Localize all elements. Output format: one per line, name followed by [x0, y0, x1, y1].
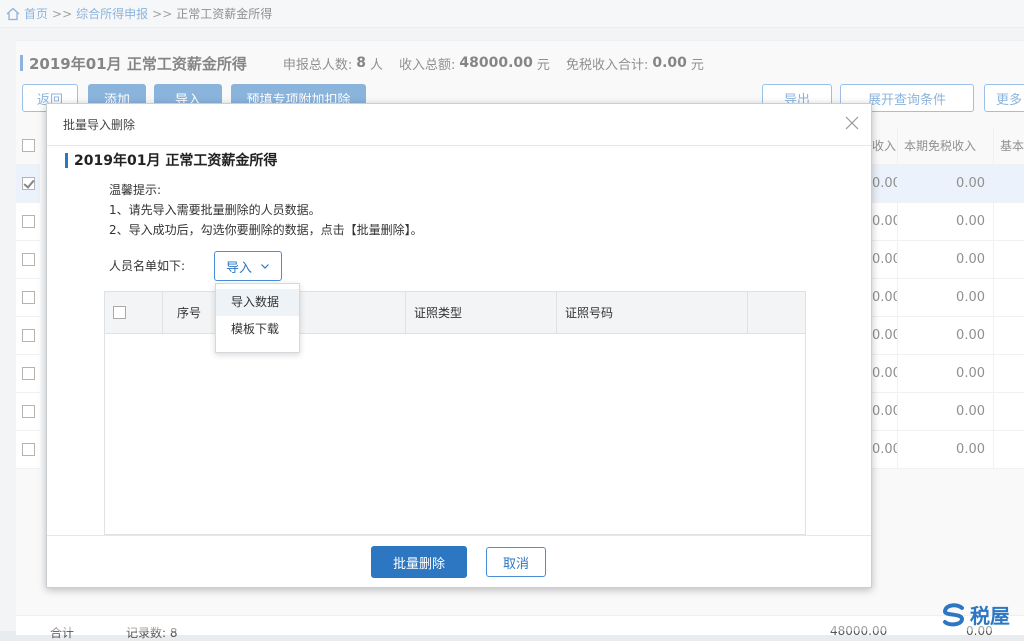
person-list-table: 序号 证照类型 证照号码	[104, 291, 806, 535]
logo-icon	[943, 602, 965, 626]
batch-import-delete-dialog: 批量导入删除 2019年01月 正常工资薪金所得 温馨提示: 1、请先导入需要批…	[46, 103, 872, 588]
dialog-title-row: 2019年01月 正常工资薪金所得	[65, 150, 277, 170]
batch-delete-button[interactable]: 批量删除	[371, 546, 467, 578]
header-checkbox-cell	[105, 292, 163, 333]
import-dropdown-label: 导入	[225, 260, 252, 276]
watermark-text: 税屋	[970, 604, 1010, 628]
person-list-header: 序号 证照类型 证照号码	[105, 292, 805, 334]
col-id-no-header: 证照号码	[557, 292, 748, 333]
title-accent	[65, 152, 68, 168]
import-dropdown-menu: 导入数据 模板下载	[215, 283, 300, 353]
select-all-checkbox[interactable]	[113, 306, 126, 319]
col-extra-header	[748, 292, 805, 333]
import-dropdown-button[interactable]: 导入	[214, 251, 282, 281]
col-seq-label: 序号	[177, 306, 202, 320]
dialog-title: 2019年01月 正常工资薪金所得	[74, 153, 278, 169]
chevron-down-icon	[261, 264, 269, 269]
col-id-no-label: 证照号码	[565, 306, 614, 320]
tips-line-1: 1、请先导入需要批量删除的人员数据。	[109, 203, 321, 217]
dialog-header-title: 批量导入删除	[63, 118, 136, 132]
menu-item-template-download[interactable]: 模板下载	[216, 316, 299, 343]
dialog-header: 批量导入删除	[47, 104, 871, 146]
tips-line-2: 2、导入成功后，勾选你要删除的数据，点击【批量删除】。	[109, 223, 423, 237]
dialog-footer: 批量删除 取消	[47, 535, 871, 587]
col-id-type-label: 证照类型	[414, 306, 463, 320]
close-icon[interactable]	[845, 116, 859, 130]
tips-block: 温馨提示: 1、请先导入需要批量删除的人员数据。 2、导入成功后，勾选你要删除的…	[109, 180, 423, 240]
col-id-type-header: 证照类型	[406, 292, 557, 333]
person-list-label: 人员名单如下:	[109, 259, 186, 273]
menu-item-import-data[interactable]: 导入数据	[216, 289, 299, 316]
watermark-logo: 税屋	[940, 600, 1010, 629]
tips-title: 温馨提示:	[109, 183, 162, 197]
cancel-button[interactable]: 取消	[486, 547, 546, 577]
